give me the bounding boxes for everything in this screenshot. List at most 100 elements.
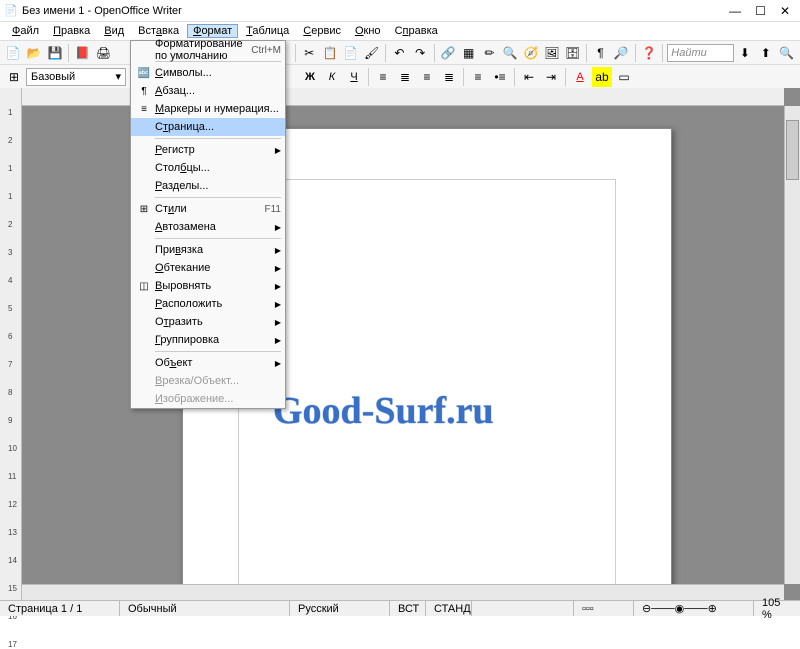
menu-item[interactable]: Объект▶: [131, 354, 285, 372]
status-selection-mode[interactable]: СТАНД: [426, 601, 472, 616]
show-draw-button[interactable]: ✏: [480, 43, 499, 63]
gallery-button[interactable]: 🖼: [543, 43, 562, 63]
navigator-button[interactable]: 🧭: [522, 43, 541, 63]
print-button[interactable]: 🖨: [94, 43, 113, 63]
menu-item[interactable]: ≡Маркеры и нумерация...: [131, 100, 285, 118]
decrease-indent-button[interactable]: ⇤: [519, 67, 539, 87]
find-input[interactable]: Найти: [667, 44, 733, 62]
status-page[interactable]: Страница 1 / 1: [0, 601, 120, 616]
zoom-slider[interactable]: ⊖───◉───⊕: [634, 601, 754, 616]
menu-вставка[interactable]: Вставка: [132, 24, 185, 38]
numbering-button[interactable]: ≡: [468, 67, 488, 87]
table-button[interactable]: ▦: [459, 43, 478, 63]
menu-item[interactable]: Группировка▶: [131, 331, 285, 349]
paragraph-style-combo[interactable]: Базовый▾: [26, 68, 126, 86]
increase-indent-button[interactable]: ⇥: [541, 67, 561, 87]
find-replace-button[interactable]: 🔍: [501, 43, 520, 63]
font-color-button[interactable]: A: [570, 67, 590, 87]
menu-item-label: Отразить: [153, 316, 275, 328]
document-area: 1211234567891011121314151617 Good-Surf.r…: [0, 88, 800, 600]
align-center-button[interactable]: ≣: [395, 67, 415, 87]
bullets-button[interactable]: •≡: [490, 67, 510, 87]
menu-вид[interactable]: Вид: [98, 24, 130, 38]
menu-item[interactable]: Обтекание▶: [131, 259, 285, 277]
ruler-tick: 1: [8, 164, 12, 173]
menu-item[interactable]: Расположить▶: [131, 295, 285, 313]
format-paintbrush-button[interactable]: 🖌: [362, 43, 381, 63]
paste-button[interactable]: 📄: [341, 43, 360, 63]
horizontal-scrollbar[interactable]: [22, 584, 784, 600]
menu-item[interactable]: 🔤Символы...: [131, 64, 285, 82]
menu-item[interactable]: Столбцы...: [131, 159, 285, 177]
export-pdf-button[interactable]: 📕: [73, 43, 92, 63]
ruler-tick: 5: [8, 304, 12, 313]
menu-bar: ФайлПравкаВидВставкаФорматТаблицаСервисО…: [0, 22, 800, 40]
zoom-level[interactable]: 105 %: [754, 601, 800, 616]
background-button[interactable]: ▭: [614, 67, 634, 87]
find-up-button[interactable]: ⬆: [756, 43, 775, 63]
bold-button[interactable]: Ж: [300, 67, 320, 87]
styles-button[interactable]: ⊞: [4, 67, 24, 87]
hyperlink-button[interactable]: 🔗: [439, 43, 458, 63]
find-down-button[interactable]: ⬇: [736, 43, 755, 63]
menu-сервис[interactable]: Сервис: [297, 24, 347, 38]
submenu-arrow-icon: ▶: [275, 336, 281, 345]
menu-item[interactable]: Разделы...: [131, 177, 285, 195]
nonprinting-button[interactable]: ¶: [591, 43, 610, 63]
menu-item-label: Символы...: [153, 67, 281, 79]
submenu-arrow-icon: ▶: [275, 300, 281, 309]
menu-item[interactable]: Форматирование по умолчаниюCtrl+M: [131, 41, 285, 59]
menu-item[interactable]: Привязка▶: [131, 241, 285, 259]
status-insert-mode[interactable]: ВСТ: [390, 601, 426, 616]
vertical-scrollbar[interactable]: [784, 106, 800, 584]
help-button[interactable]: ❓: [640, 43, 659, 63]
close-button[interactable]: ✕: [780, 4, 790, 18]
menu-справка[interactable]: Справка: [389, 24, 444, 38]
menu-item-label: Расположить: [153, 298, 275, 310]
menu-таблица[interactable]: Таблица: [240, 24, 295, 38]
undo-button[interactable]: ↶: [390, 43, 409, 63]
window-title: Без имени 1 - OpenOffice Writer: [22, 5, 729, 17]
copy-button[interactable]: 📋: [321, 43, 340, 63]
submenu-arrow-icon: ▶: [275, 359, 281, 368]
zoom-button[interactable]: 🔎: [612, 43, 631, 63]
menu-item[interactable]: ¶Абзац...: [131, 82, 285, 100]
submenu-arrow-icon: ▶: [275, 246, 281, 255]
align-justify-button[interactable]: ≣: [439, 67, 459, 87]
menu-item-label: Регистр: [153, 144, 275, 156]
status-view-buttons[interactable]: ▫▫▫: [574, 601, 634, 616]
menu-item[interactable]: Регистр▶: [131, 141, 285, 159]
menu-формат[interactable]: Формат: [187, 24, 238, 38]
menu-item-label: Изображение...: [153, 393, 281, 405]
ruler-tick: 1: [8, 108, 12, 117]
ruler-tick: 6: [8, 332, 12, 341]
new-doc-button[interactable]: 📄: [4, 43, 23, 63]
menu-правка[interactable]: Правка: [47, 24, 96, 38]
menu-item[interactable]: Автозамена▶: [131, 218, 285, 236]
open-button[interactable]: 📂: [25, 43, 44, 63]
cut-button[interactable]: ✂: [300, 43, 319, 63]
underline-button[interactable]: Ч: [344, 67, 364, 87]
align-right-button[interactable]: ≡: [417, 67, 437, 87]
highlight-button[interactable]: ab: [592, 67, 612, 87]
datasources-button[interactable]: 🗄: [563, 43, 582, 63]
menu-item[interactable]: Страница...: [131, 118, 285, 136]
menu-item[interactable]: ◫Выровнять▶: [131, 277, 285, 295]
status-style[interactable]: Обычный: [120, 601, 290, 616]
redo-button[interactable]: ↷: [411, 43, 430, 63]
window-buttons: — ☐ ✕: [729, 4, 796, 18]
menu-item[interactable]: ⊞СтилиF11: [131, 200, 285, 218]
menu-файл[interactable]: Файл: [6, 24, 45, 38]
status-language[interactable]: Русский: [290, 601, 390, 616]
menu-item-label: Форматирование по умолчанию: [153, 38, 251, 62]
align-left-button[interactable]: ≡: [373, 67, 393, 87]
italic-button[interactable]: К: [322, 67, 342, 87]
menu-item[interactable]: Отразить▶: [131, 313, 285, 331]
find-all-button[interactable]: 🔍: [777, 43, 796, 63]
save-button[interactable]: 💾: [46, 43, 65, 63]
menu-shortcut: F11: [265, 204, 282, 215]
scrollbar-thumb[interactable]: [786, 120, 799, 180]
menu-окно[interactable]: Окно: [349, 24, 387, 38]
maximize-button[interactable]: ☐: [755, 4, 766, 18]
minimize-button[interactable]: —: [729, 4, 741, 18]
